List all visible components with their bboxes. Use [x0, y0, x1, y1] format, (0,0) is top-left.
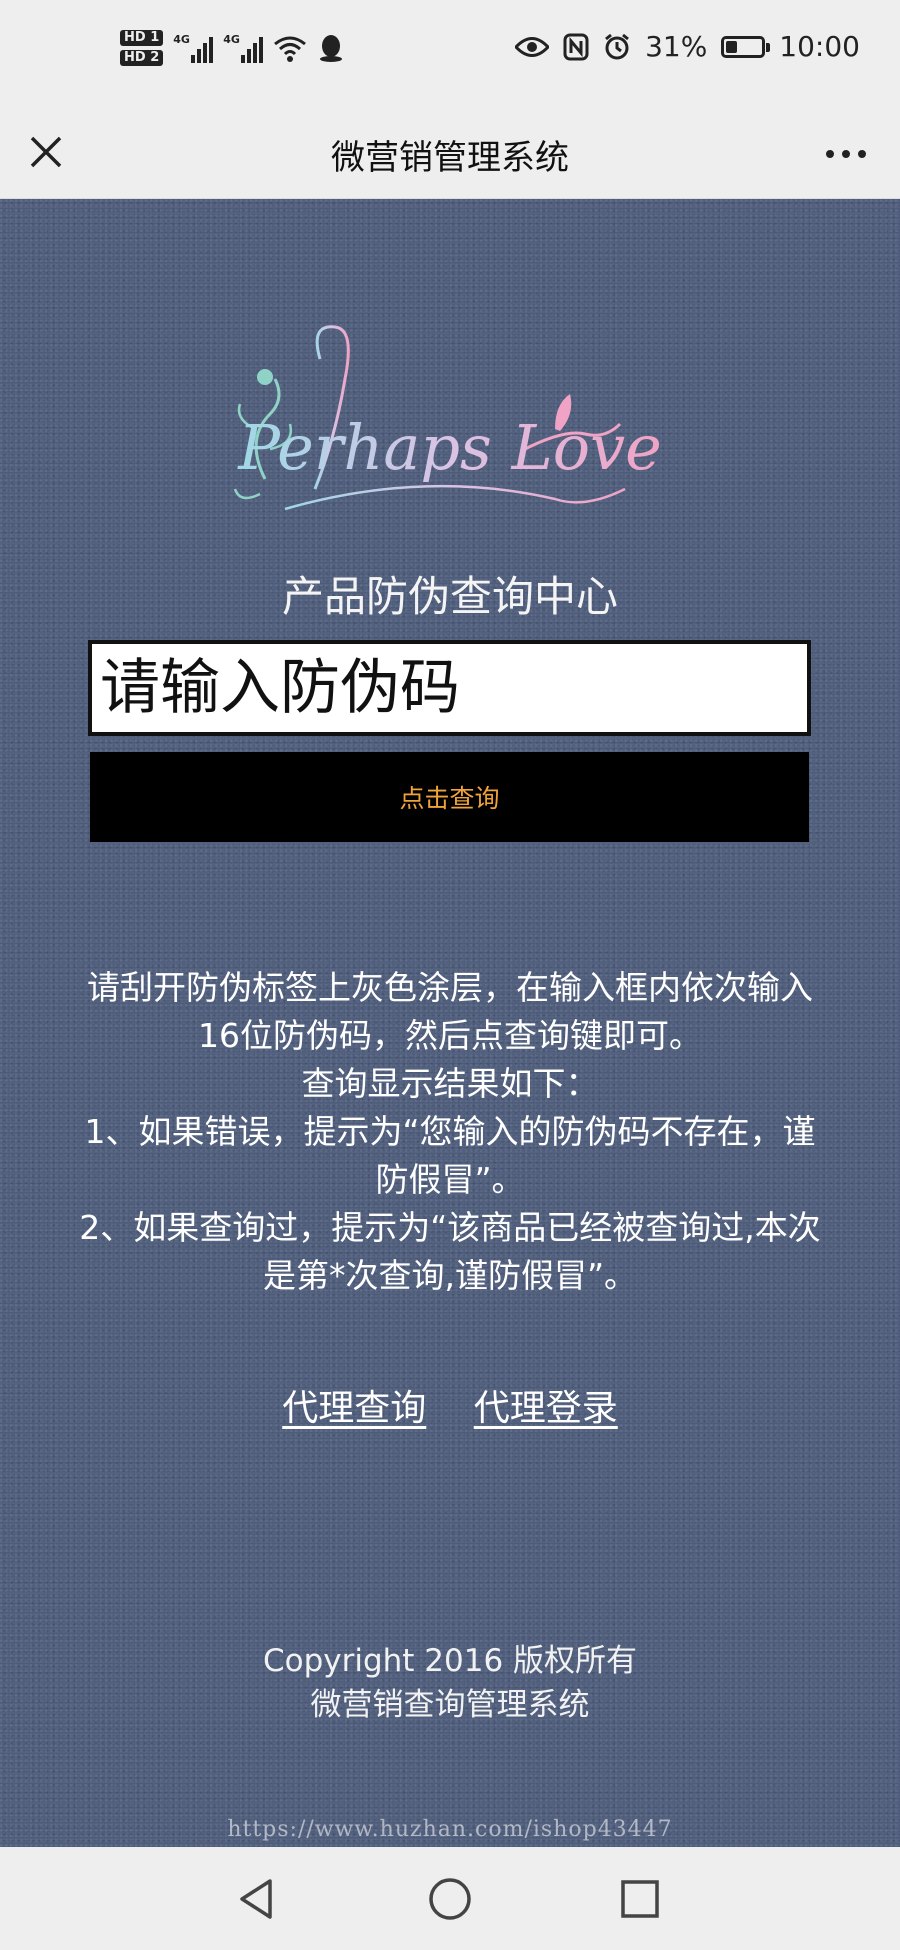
more-options-icon[interactable]	[816, 130, 876, 178]
query-button[interactable]: 点击查询	[90, 752, 809, 842]
battery-icon	[721, 35, 771, 58]
instruction-line: 查询显示结果如下：	[301, 1064, 599, 1103]
page-title: 微营销管理系统	[331, 138, 569, 178]
agent-links: 代理查询 代理登录	[0, 1379, 900, 1431]
copyright-text: Copyright 2016 版权所有	[262, 1643, 638, 1679]
system-nav-bar	[0, 1847, 900, 1950]
anti-counterfeit-code-input[interactable]	[88, 640, 811, 736]
watermark-url: https://www.huzhan.com/ishop43447	[227, 1817, 673, 1842]
recent-apps-square-icon[interactable]	[614, 1873, 666, 1925]
system-name-text: 微营销查询管理系统	[310, 1687, 590, 1723]
clock: 10:00	[779, 30, 860, 63]
status-bar: HD 1 HD 2 4G 4G 31% 10:00	[0, 0, 900, 110]
hd2-badge: HD 2	[120, 50, 164, 66]
network-type-2: 4G	[223, 33, 240, 46]
qq-icon	[320, 35, 343, 62]
back-triangle-icon[interactable]	[232, 1873, 284, 1925]
query-center-title: 产品防伪查询中心	[281, 572, 618, 621]
hd-indicators: HD 1 HD 2	[120, 30, 164, 66]
nfc-icon	[563, 33, 589, 60]
home-circle-icon[interactable]	[424, 1873, 476, 1925]
instruction-line: 2、如果查询过，提示为“该商品已经被查询过,本次是第*次查询,谨防假冒”。	[79, 1208, 821, 1295]
agent-login-link[interactable]: 代理登录	[474, 1388, 618, 1429]
signal-icon-2: 4G	[223, 33, 264, 63]
perhaps-love-logo: Perhaps Love	[233, 325, 662, 511]
footer: Copyright 2016 版权所有 微营销查询管理系统	[0, 1639, 900, 1727]
status-right-icons: 31% 10:00	[515, 30, 860, 63]
page-content: Perhaps Love 产品防伪查询中心 点击查询 请刮开防伪标签上灰色涂层，…	[0, 199, 900, 1847]
instruction-line: 1、如果错误，提示为“您输入的防伪码不存在，谨防假冒”。	[84, 1112, 816, 1199]
signal-icon: 4G	[173, 33, 214, 63]
alarm-icon	[605, 33, 629, 59]
title-bar: 微营销管理系统	[0, 110, 900, 199]
logo-text: Perhaps Love	[237, 411, 662, 484]
battery-percent: 31%	[645, 30, 708, 63]
wifi-icon	[274, 36, 307, 62]
network-type-1: 4G	[173, 33, 190, 46]
hd1-badge: HD 1	[120, 30, 164, 46]
instruction-line: 请刮开防伪标签上灰色涂层，在输入框内依次输入16位防伪码，然后点查询键即可。	[87, 968, 813, 1055]
instructions: 请刮开防伪标签上灰色涂层，在输入框内依次输入16位防伪码，然后点查询键即可。 查…	[70, 964, 830, 1300]
status-left-icons: HD 1 HD 2 4G 4G	[120, 30, 345, 66]
eye-icon	[515, 36, 550, 57]
agent-query-link[interactable]: 代理查询	[282, 1388, 426, 1429]
